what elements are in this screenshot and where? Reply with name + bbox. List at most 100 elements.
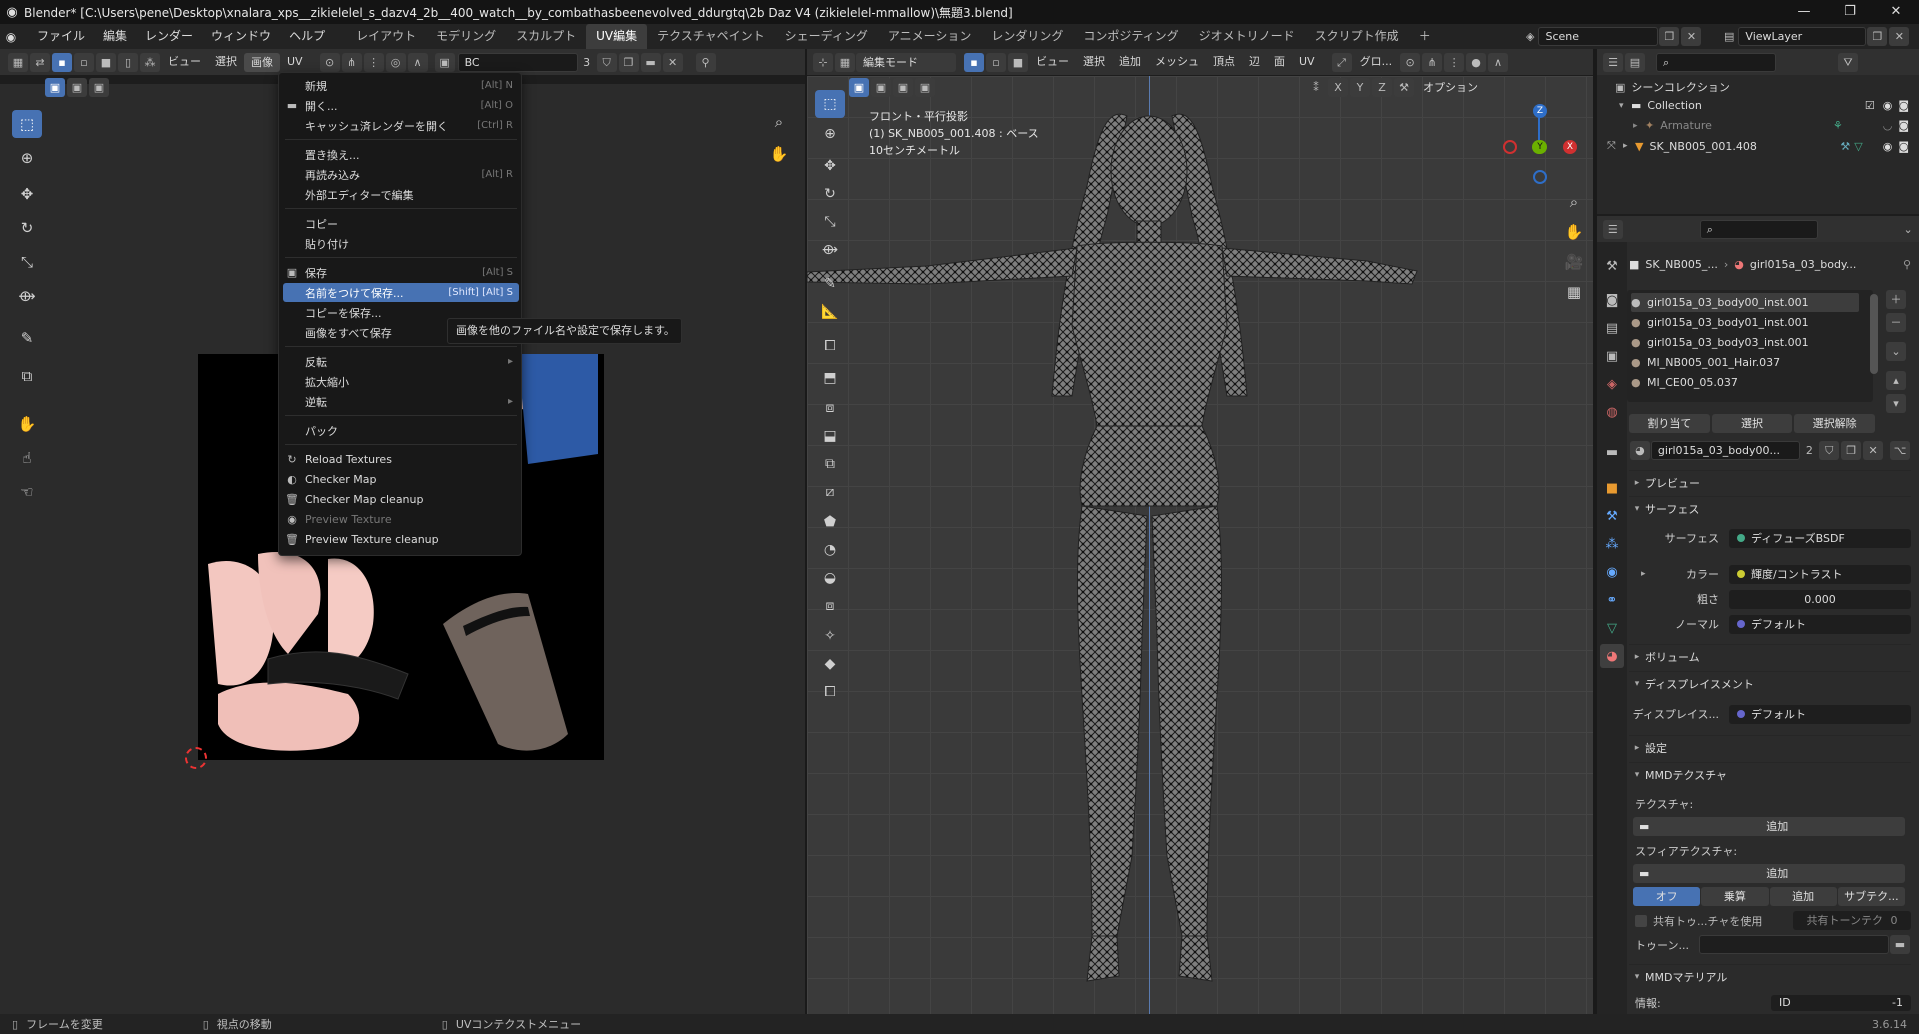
checkbox-icon[interactable]: ☑ (1865, 99, 1875, 112)
menu-item-reload-textures[interactable]: ↻ Reload Textures (283, 450, 519, 469)
scene-tab-icon[interactable]: ◈ (1600, 372, 1624, 396)
vertex-mode-icon[interactable]: ▪ (964, 52, 984, 72)
normal-field[interactable]: デフォルト (1729, 614, 1911, 634)
material-slot[interactable]: ● girl015a_03_body03_inst.001 (1631, 333, 1859, 352)
vp-snap-target-icon[interactable]: ⋮ (1444, 52, 1465, 72)
menu-item-reload[interactable]: 再読み込み [Alt] R (283, 165, 519, 184)
sync-selection-icon[interactable]: ⇄ (30, 52, 50, 72)
toon-path-input[interactable] (1699, 935, 1889, 954)
color-input-field[interactable]: 輝度/コントラスト (1729, 564, 1911, 584)
section-settings[interactable]: ▸ 設定 (1629, 735, 1911, 759)
filter-icon[interactable]: ⛛ (1838, 52, 1858, 72)
id-field[interactable]: ID -1 (1771, 995, 1911, 1011)
menu-item-edit-externally[interactable]: 外部エディターで編集 (283, 185, 519, 204)
face-select-icon[interactable]: ■ (96, 52, 116, 72)
delete-scene-icon[interactable]: ✕ (1681, 27, 1702, 46)
vp-zoom-icon[interactable]: ⌕ (1559, 188, 1589, 216)
material-fake-user-icon[interactable]: ⛉ (1819, 440, 1840, 460)
vp-tool-rotate[interactable]: ↻ (815, 180, 845, 208)
modifier-tab-icon[interactable]: ⚒ (1600, 504, 1624, 528)
select-extend-icon[interactable]: ▣ (67, 78, 87, 97)
section-surface[interactable]: ▾ サーフェス (1629, 496, 1911, 520)
tab-modeling[interactable]: モデリング (426, 24, 506, 49)
vp-tool-add-cube[interactable]: ⧠ (815, 332, 845, 360)
tab-sculpt[interactable]: スカルプト (506, 24, 586, 49)
material-tab-icon[interactable]: ◕ (1600, 644, 1624, 668)
menu-item-save[interactable]: ▣ 保存 [Alt] S (283, 263, 519, 282)
vp-tool-scale[interactable]: ⤡ (815, 208, 845, 236)
render-camera-icon[interactable]: ◙ (1898, 140, 1909, 153)
properties-search-input[interactable]: ⌕ (1699, 219, 1819, 239)
vp-tool-edge-slide[interactable]: ⧈ (815, 592, 845, 620)
menu-item-new[interactable]: 新規 [Alt] N (283, 76, 519, 95)
vp-tool-knife[interactable]: ⧄ (815, 478, 845, 506)
select-new-icon[interactable]: ▣ (45, 78, 65, 97)
menu-item-checker-map[interactable]: ◐ Checker Map (283, 470, 519, 489)
physics-tab-icon[interactable]: ◉ (1600, 560, 1624, 584)
world-tab-icon[interactable]: ◍ (1600, 400, 1624, 424)
tab-animation[interactable]: アニメーション (878, 24, 982, 49)
remove-slot-icon[interactable]: － (1886, 313, 1906, 332)
menu-item-paste[interactable]: 貼り付け (283, 234, 519, 253)
render-camera-icon[interactable]: ◙ (1898, 119, 1909, 132)
material-browse-icon[interactable]: ◕ (1630, 440, 1650, 460)
proportional-icon[interactable]: ◎ (385, 52, 406, 72)
view-layer-selector[interactable]: ▤ ViewLayer ❐ ✕ (1724, 27, 1910, 46)
vertex-select-icon[interactable]: ▪ (52, 52, 72, 72)
hidden-eye-icon[interactable]: ◡ (1883, 119, 1893, 132)
uv-menu-image[interactable]: 画像 (244, 52, 280, 72)
vp-tool-bevel[interactable]: ⬓ (815, 422, 845, 450)
minimize-icon[interactable]: — (1781, 0, 1827, 24)
snap-icon[interactable]: ⋔ (341, 52, 362, 72)
select-button[interactable]: 選択 (1711, 414, 1793, 433)
vp-tool-extrude[interactable]: ⬒ (815, 364, 845, 392)
vp-tool-shear[interactable]: ◆ (815, 650, 845, 678)
tab-texture-paint[interactable]: テクスチャペイント (647, 24, 775, 49)
gizmo-x[interactable]: X (1563, 140, 1577, 154)
tool-tab-icon[interactable]: ⚒ (1600, 254, 1624, 278)
gizmo-y[interactable]: Y (1533, 140, 1547, 154)
move-up-icon[interactable]: ▴ (1886, 371, 1906, 390)
menu-item-preview-texture-cleanup[interactable]: 🗑 Preview Texture cleanup (283, 530, 519, 549)
tool-move[interactable]: ✥ (12, 180, 42, 208)
material-slot[interactable]: ● girl015a_03_body01_inst.001 (1631, 313, 1859, 332)
particles-tab-icon[interactable]: ⁂ (1600, 532, 1624, 556)
island-select-icon[interactable]: ▯ (118, 52, 138, 72)
menu-item-checker-map-cleanup[interactable]: 🗑 Checker Map cleanup (283, 490, 519, 509)
shared-toon-field[interactable]: 共有トーンテク 0 (1793, 911, 1911, 930)
gizmo-z[interactable]: Z (1533, 104, 1547, 118)
vp-menu-face[interactable]: 面 (1267, 49, 1292, 75)
vp-tool-loop-cut[interactable]: ⧉ (815, 450, 845, 478)
outliner-editor-type-icon[interactable]: ☰ (1603, 52, 1623, 72)
pivot-point-icon[interactable]: ⊙ (1400, 52, 1421, 72)
options-chevron-icon[interactable]: ⌄ (1898, 220, 1918, 239)
tool-pinch[interactable]: ☜ (12, 478, 42, 506)
properties-editor-type-icon[interactable]: ☰ (1603, 219, 1623, 239)
section-volume[interactable]: ▸ ボリューム (1629, 644, 1911, 668)
vp-menu-edge[interactable]: 辺 (1242, 49, 1267, 75)
select-subtract-icon[interactable]: ▣ (89, 78, 109, 97)
vp-tool-measure[interactable]: 📐 (815, 298, 845, 326)
tool-grab[interactable]: ✋ (12, 410, 42, 438)
displacement-field[interactable]: デフォルト (1729, 704, 1911, 724)
open-image-icon[interactable]: ▬ (640, 52, 661, 72)
sticky-select-icon[interactable]: ⁂ (140, 52, 160, 72)
vp-proportional-icon[interactable]: ● (1466, 52, 1487, 72)
tab-uv-editing[interactable]: UV編集 (586, 24, 648, 49)
assign-button[interactable]: 割り当て (1629, 414, 1710, 433)
material-slot[interactable]: ● MI_NB005_001_Hair.037 (1631, 353, 1859, 372)
viewport-editor-type-icon[interactable]: ⊹ (813, 52, 833, 72)
tool-rotate[interactable]: ↻ (12, 214, 42, 242)
new-scene-icon[interactable]: ❐ (1659, 27, 1680, 46)
edit-mode-icon[interactable]: ⤧ (1607, 139, 1623, 153)
tool-annotate[interactable]: ✎ (12, 324, 42, 352)
menu-item-copy[interactable]: コピー (283, 214, 519, 233)
section-displacement[interactable]: ▾ ディスプレイスメント (1629, 671, 1911, 695)
fake-user-icon[interactable]: ⛉ (596, 52, 617, 72)
vp-tool-select[interactable]: ⬚ (815, 90, 845, 118)
section-preview[interactable]: ▸ プレビュー (1629, 470, 1911, 494)
expand-arrow-icon[interactable]: ▸ (1623, 141, 1635, 151)
navigation-gizmo[interactable]: Z Y X (1503, 104, 1577, 184)
add-sphere-texture-button[interactable]: ▬ 追加 (1633, 864, 1905, 883)
surface-shader-field[interactable]: ディフューズBSDF (1729, 528, 1911, 548)
